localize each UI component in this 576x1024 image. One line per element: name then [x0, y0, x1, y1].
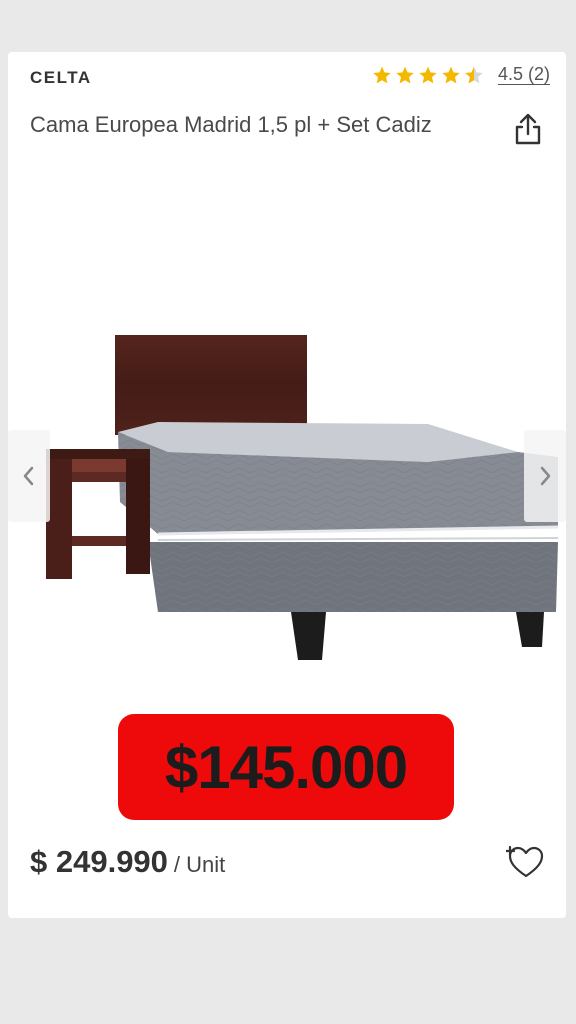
share-icon[interactable] — [510, 112, 546, 148]
regular-price: $ 249.990 — [30, 844, 168, 879]
product-image-gallery[interactable] — [8, 312, 566, 672]
star-icon — [419, 66, 437, 83]
product-title: Cama Europea Madrid 1,5 pl + Set Cadiz — [30, 112, 432, 137]
rating-stars — [372, 65, 484, 85]
price-unit: / Unit — [173, 852, 226, 877]
rating: 4.5 (2) — [372, 64, 550, 85]
promo-price: $145.000 — [164, 733, 408, 801]
gallery-prev-button[interactable] — [8, 430, 50, 522]
chevron-left-icon — [23, 466, 34, 486]
rating-reviews-link[interactable]: 4.5 (2) — [498, 64, 550, 85]
product-card: CELTA 4.5 (2) Cama Europea Madrid 1,5 pl… — [8, 52, 566, 918]
star-icon — [442, 66, 460, 83]
half-star-icon — [465, 66, 483, 83]
chevron-right-icon — [540, 466, 551, 486]
promo-price-badge: $145.000 — [118, 714, 454, 820]
price-row: $ 249.990 / Unit — [30, 844, 225, 880]
add-to-wishlist-heart-icon[interactable] — [506, 844, 546, 880]
product-image — [46, 335, 559, 660]
star-icon — [396, 66, 414, 83]
gallery-next-button[interactable] — [524, 430, 566, 522]
star-icon — [373, 66, 391, 83]
brand-name: CELTA — [30, 68, 92, 87]
